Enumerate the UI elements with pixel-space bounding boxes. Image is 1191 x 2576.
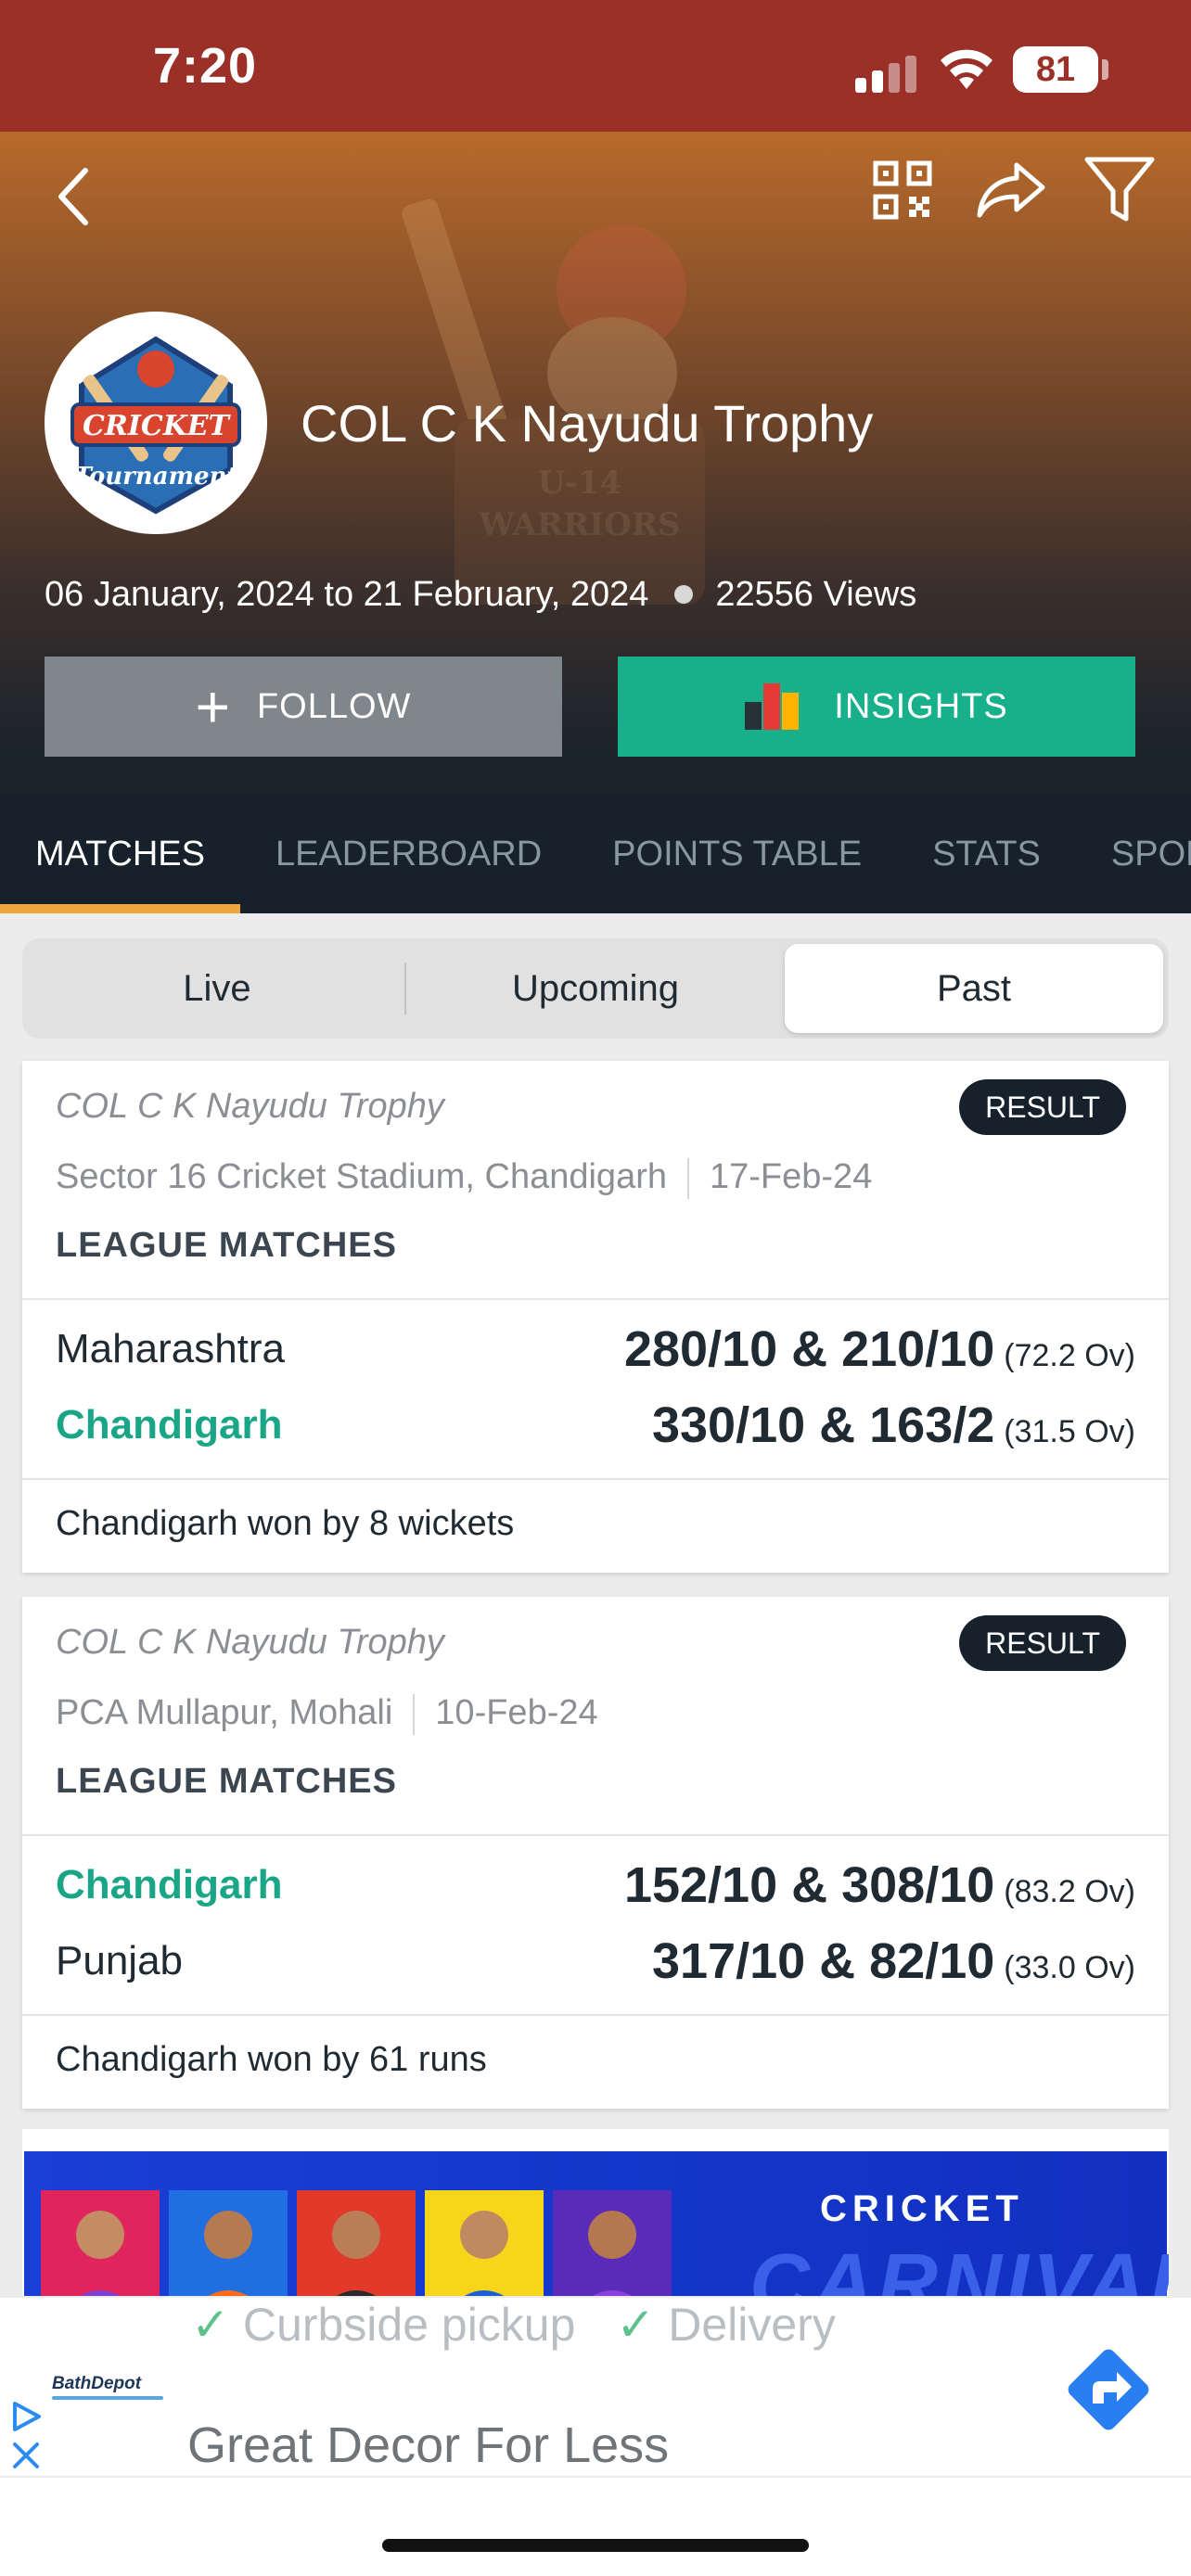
score-overs: (33.0 Ov) [1004, 1950, 1135, 1985]
back-arrow-icon[interactable] [48, 159, 104, 234]
home-indicator[interactable] [382, 2539, 809, 2552]
match-date: 17-Feb-24 [710, 1157, 873, 1196]
svg-text:U-14: U-14 [538, 465, 621, 502]
divider [22, 1298, 1169, 1300]
score-runs: 330/10 & 163/2 [651, 1397, 995, 1453]
player-image [41, 2190, 160, 2296]
promo-subtitle: CARNIVAL [749, 2238, 1169, 2296]
player-image [425, 2190, 544, 2296]
player-image [169, 2190, 288, 2296]
match-venue: PCA Mullapur, Mohali [56, 1693, 393, 1732]
battery-tip [1102, 59, 1108, 80]
status-badge: RESULT [959, 1079, 1126, 1135]
match-stage: LEAGUE MATCHES [56, 1762, 397, 1801]
tab-points-table[interactable]: POINTS TABLE [577, 795, 897, 913]
status-bar: 7:20 81 [0, 0, 1191, 132]
directions-icon[interactable] [1057, 2339, 1159, 2441]
ad-headline: Great Decor For Less [187, 2417, 670, 2473]
segment-live[interactable]: Live [28, 944, 406, 1033]
player-image [297, 2190, 416, 2296]
advertisement[interactable]: ✓ Curbside pickup ✓ Delivery BathDepot Gre… [0, 2296, 1191, 2478]
bottom-safe-area [0, 2478, 1191, 2576]
plus-icon: + [195, 673, 231, 740]
match-stage: LEAGUE MATCHES [56, 1226, 397, 1265]
segment-upcoming[interactable]: Upcoming [406, 944, 785, 1033]
match-date: 10-Feb-24 [435, 1693, 598, 1732]
ad-feature: Delivery [668, 2299, 836, 2351]
player-image [553, 2190, 672, 2296]
tab-sponsors[interactable]: SPONSORS [1076, 795, 1191, 913]
insights-button[interactable]: INSIGHTS [618, 657, 1135, 757]
status-time: 7:20 [153, 38, 258, 94]
divider [22, 2014, 1169, 2016]
bar-chart-icon [745, 683, 800, 730]
follow-button[interactable]: + FOLLOW [45, 657, 562, 757]
qr-code-icon[interactable] [872, 159, 933, 221]
tab-matches[interactable]: MATCHES [0, 795, 240, 913]
svg-text:CRICKET: CRICKET [83, 410, 232, 442]
tournament-title: COL C K Nayudu Trophy [301, 394, 874, 453]
promo-banner[interactable]: CRICKET CARNIVAL [22, 2129, 1169, 2296]
battery-indicator: 81 [1013, 46, 1098, 93]
separator [687, 1157, 689, 1199]
match-card[interactable]: COL C K Nayudu Trophy RESULT PCA Mullapu… [22, 1597, 1169, 2109]
score-overs: (31.5 Ov) [1004, 1414, 1135, 1449]
score-runs: 280/10 & 210/10 [623, 1321, 995, 1377]
divider [22, 1478, 1169, 1480]
follow-label: FOLLOW [256, 686, 412, 726]
tab-leaderboard[interactable]: LEADERBOARD [240, 795, 577, 913]
match-tournament: COL C K Nayudu Trophy [56, 1623, 444, 1662]
score-runs: 317/10 & 82/10 [651, 1933, 995, 1989]
tab-bar: MATCHES LEADERBOARD POINTS TABLE STATS S… [0, 795, 1191, 913]
separator [413, 1693, 416, 1735]
tournament-meta: 06 January, 2024 to 21 February, 2024 225… [45, 575, 916, 615]
score-runs: 152/10 & 308/10 [623, 1857, 995, 1913]
cricket-logo-icon: CRICKET Tournament [70, 336, 241, 515]
team-score: 330/10 & 163/2 (31.5 Ov) [652, 1396, 1135, 1454]
ad-features: ✓ Curbside pickup ✓ Delivery [191, 2298, 836, 2352]
team-name-winner: Chandigarh [56, 1862, 283, 1907]
match-venue: Sector 16 Cricket Stadium, Chandigarh [56, 1157, 667, 1196]
team-name-winner: Chandigarh [56, 1402, 283, 1447]
cellular-signal-icon [855, 54, 920, 93]
ad-feature: Curbside pickup [242, 2299, 576, 2351]
team-score: 152/10 & 308/10 (83.2 Ov) [624, 1856, 1135, 1914]
match-filter-segment: Live Upcoming Past [22, 938, 1169, 1039]
ad-brand: BathDepot [52, 2374, 142, 2393]
tab-stats[interactable]: STATS [897, 795, 1076, 913]
score-overs: (83.2 Ov) [1004, 1874, 1135, 1909]
filter-icon[interactable] [1083, 154, 1156, 224]
segment-past[interactable]: Past [785, 944, 1163, 1033]
ad-choices-icon[interactable] [7, 2398, 45, 2435]
team-name: Punjab [56, 1938, 184, 1983]
team-score: 280/10 & 210/10 (72.2 Ov) [624, 1320, 1135, 1378]
check-icon: ✓ [191, 2299, 230, 2351]
tournament-logo: CRICKET Tournament [45, 312, 267, 534]
tournament-dates: 06 January, 2024 to 21 February, 2024 [45, 575, 649, 614]
team-name: Maharashtra [56, 1326, 286, 1371]
match-tournament: COL C K Nayudu Trophy [56, 1087, 444, 1126]
promo-title: CRICKET [820, 2188, 1024, 2229]
view-count: 22556 Views [715, 575, 917, 614]
match-card[interactable]: COL C K Nayudu Trophy RESULT Sector 16 C… [22, 1061, 1169, 1573]
wifi-icon [941, 49, 992, 89]
match-result: Chandigarh won by 8 wickets [56, 1504, 515, 1543]
promo-banner-image: CRICKET CARNIVAL [24, 2151, 1169, 2296]
match-venue-line: Sector 16 Cricket Stadium, Chandigarh 17-… [56, 1157, 872, 1199]
insights-label: INSIGHTS [834, 686, 1008, 726]
brand-swoosh [52, 2396, 163, 2400]
svg-text:WARRIORS: WARRIORS [478, 506, 680, 543]
check-icon: ✓ [616, 2299, 656, 2351]
svg-text:Tournament: Tournament [73, 463, 237, 491]
close-icon[interactable] [7, 2437, 45, 2474]
ad-brand-logo: BathDepot [52, 2374, 163, 2400]
team-score: 317/10 & 82/10 (33.0 Ov) [652, 1932, 1135, 1990]
divider [22, 1834, 1169, 1836]
share-icon[interactable] [974, 159, 1048, 221]
score-overs: (72.2 Ov) [1004, 1338, 1135, 1373]
match-venue-line: PCA Mullapur, Mohali 10-Feb-24 [56, 1693, 598, 1735]
separator-dot [674, 584, 694, 604]
match-result: Chandigarh won by 61 runs [56, 2040, 487, 2079]
status-badge: RESULT [959, 1615, 1126, 1671]
